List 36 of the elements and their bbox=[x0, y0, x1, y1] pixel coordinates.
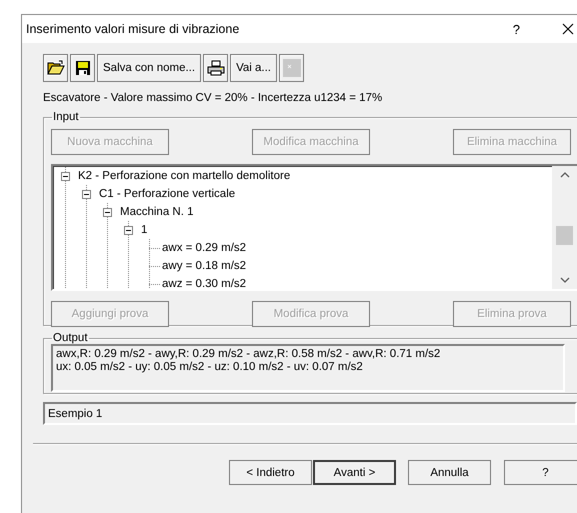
name-field[interactable]: Esempio 1 bbox=[43, 402, 577, 425]
tree-item[interactable]: 1 bbox=[139, 224, 148, 236]
dialog-button[interactable]: Annulla bbox=[408, 460, 491, 485]
dialog-button[interactable]: Avanti > bbox=[313, 460, 396, 485]
output-line: awx,R: 0.29 m/s2 - awy,R: 0.29 m/s2 - awz,R: 0.58 m/s2 - awv,R: 0.71 m/s2 bbox=[56, 348, 442, 361]
toolbar-button[interactable] bbox=[43, 54, 68, 82]
tree-item[interactable]: awx = 0.29 m/s2 bbox=[160, 242, 246, 254]
tree-item[interactable]: C1 - Perforazione verticale bbox=[97, 188, 236, 200]
tree-item[interactable]: K2 - Perforazione con martello demolitore bbox=[76, 170, 290, 182]
output-line: ux: 0.05 m/s2 - uy: 0.05 m/s2 - uz: 0.10 m/s2 - uv: 0.07 m/s2 bbox=[56, 361, 364, 374]
printer-icon bbox=[206, 60, 225, 76]
scroll-thumb[interactable] bbox=[556, 226, 573, 245]
tree-item[interactable]: Macchina N. 1 bbox=[118, 206, 194, 218]
scrollbar[interactable] bbox=[552, 166, 577, 289]
tree-item[interactable]: awy = 0.18 m/s2 bbox=[160, 260, 246, 272]
close-icon[interactable] bbox=[562, 23, 574, 35]
open-folder-icon bbox=[46, 60, 64, 76]
collapse-toggle[interactable] bbox=[82, 190, 91, 198]
scroll-up-icon[interactable] bbox=[560, 172, 570, 178]
group-label: Output bbox=[52, 332, 89, 344]
toolbar-button[interactable] bbox=[70, 54, 95, 82]
group-label: Input bbox=[52, 111, 80, 123]
window-title: Inserimento valori misure di vibrazione bbox=[26, 22, 240, 36]
dialog-button[interactable]: ? bbox=[504, 460, 577, 485]
scroll-down-icon[interactable] bbox=[560, 277, 570, 283]
toolbar-button[interactable]: Salva con nome... bbox=[97, 54, 202, 82]
blank-icon bbox=[282, 59, 301, 77]
collapse-toggle[interactable] bbox=[124, 226, 133, 234]
toolbar-button[interactable] bbox=[203, 54, 228, 82]
help-button[interactable]: ? bbox=[508, 22, 524, 36]
toolbar-button[interactable]: Vai a... bbox=[230, 54, 278, 82]
dialog-button[interactable]: < Indietro bbox=[229, 460, 312, 485]
collapse-toggle[interactable] bbox=[61, 172, 70, 180]
collapse-toggle[interactable] bbox=[103, 208, 112, 216]
tree-item[interactable]: awz = 0.30 m/s2 bbox=[160, 278, 246, 289]
info-text: Escavatore - Valore massimo CV = 20% - Incertezza u1234 = 17% bbox=[43, 91, 384, 105]
